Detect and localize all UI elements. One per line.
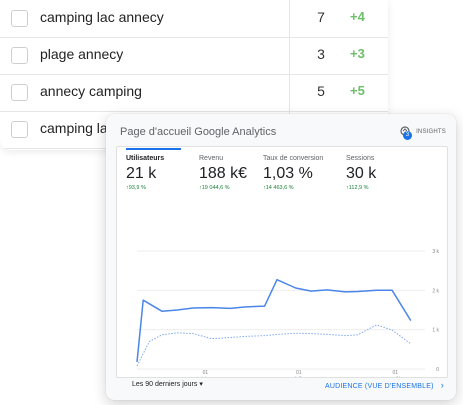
metrics-panel: Utilisateurs 21 k ↑93,9 % Revenu 188 k€ … [116, 146, 448, 378]
row-checkbox[interactable] [11, 84, 28, 101]
insights-badge: 3 [403, 130, 413, 140]
y-tick-label: 2 k [432, 288, 439, 294]
card-footer: Les 90 derniers jours ▾ AUDIENCE (VUE D'… [116, 376, 446, 400]
date-range-label: Les 90 derniers jours [132, 381, 198, 388]
analytics-card: Page d'accueil Google Analytics 3 INSIGH… [106, 114, 456, 400]
keyword-count: 3 [317, 46, 325, 62]
audience-link-label: AUDIENCE (VUE D'ENSEMBLE) [325, 383, 434, 390]
keyword-delta: +5 [350, 83, 365, 98]
users-line-chart: 3 k2 k1 k001juin01juil.01août [136, 249, 439, 377]
comparison-series-line [136, 324, 412, 367]
y-tick-label: 0 [436, 367, 439, 373]
table-row[interactable]: camping lac annecy 7 +4 [0, 0, 388, 38]
keyword-term: annecy camping [40, 83, 142, 99]
chevron-right-icon: › [440, 380, 444, 390]
row-checkbox[interactable] [11, 121, 28, 138]
column-divider [289, 0, 290, 37]
date-range-select[interactable]: Les 90 derniers jours ▾ [132, 380, 203, 388]
table-row[interactable]: plage annecy 3 +3 [0, 37, 388, 75]
column-divider [289, 74, 290, 111]
row-checkbox[interactable] [11, 10, 28, 27]
column-divider [289, 37, 290, 74]
audience-overview-link[interactable]: AUDIENCE (VUE D'ENSEMBLE) › [325, 380, 444, 390]
y-tick-label: 3 k [432, 249, 439, 255]
card-title: Page d'accueil Google Analytics [120, 126, 277, 138]
y-tick-label: 1 k [432, 328, 439, 334]
current-series-line [136, 278, 412, 362]
keyword-delta: +3 [350, 46, 365, 61]
keyword-count: 7 [317, 9, 325, 25]
insights-button[interactable]: 3 INSIGHTS [400, 124, 446, 140]
caret-down-icon: ▾ [199, 381, 203, 388]
keyword-delta: +4 [350, 9, 365, 24]
keyword-count: 5 [317, 83, 325, 99]
insights-icon: 3 [400, 125, 413, 140]
keyword-term: plage annecy [40, 46, 124, 62]
keyword-term: camping lac annecy [40, 9, 164, 25]
row-checkbox[interactable] [11, 47, 28, 64]
insights-label: INSIGHTS [416, 129, 446, 135]
table-row[interactable]: annecy camping 5 +5 [0, 74, 388, 112]
